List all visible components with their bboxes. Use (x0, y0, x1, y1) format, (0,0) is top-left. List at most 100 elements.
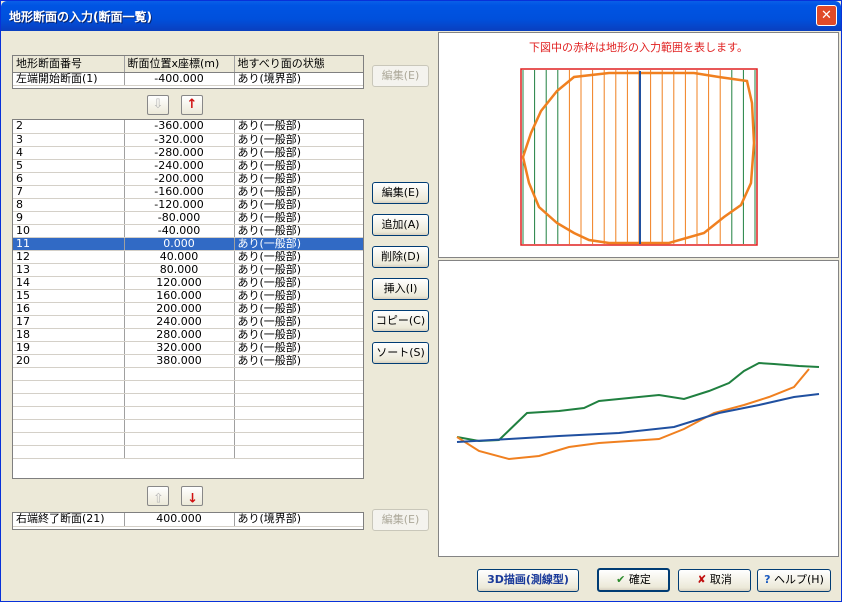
cell-slip-state[interactable]: あり(一般部) (234, 224, 363, 238)
cell-section-no[interactable] (13, 393, 125, 407)
cell-section-no[interactable]: 9 (13, 211, 125, 225)
insert-button[interactable]: 挿入(I) (372, 278, 429, 300)
cell-section-no[interactable]: 6 (13, 172, 125, 186)
cell-section-no[interactable]: 19 (13, 341, 125, 355)
edit-top-button[interactable]: 編集(E) (372, 65, 429, 87)
cell-slip-state[interactable]: あり(一般部) (234, 289, 363, 303)
cancel-button[interactable]: ✘ 取消 (678, 569, 751, 592)
cell-x-position[interactable]: -240.000 (124, 159, 235, 173)
cell-section-no[interactable]: 4 (13, 146, 125, 160)
help-button[interactable]: ? ヘルプ(H) (757, 569, 831, 592)
cell-slip-state[interactable]: あり(一般部) (234, 120, 363, 134)
cell-section-no[interactable] (13, 406, 125, 420)
cell-x-position[interactable]: 160.000 (124, 289, 235, 303)
cell-section-no[interactable]: 8 (13, 198, 125, 212)
cell-x-position[interactable]: -80.000 (124, 211, 235, 225)
cell-section-no[interactable]: 左端開始断面(1) (13, 72, 125, 86)
col-header-section-no[interactable]: 地形断面番号 (13, 56, 125, 73)
cell-x-position[interactable]: 380.000 (124, 354, 235, 368)
table-row[interactable]: 10 -40.000 あり(一般部) (13, 224, 363, 238)
table-row[interactable]: 7 -160.000 あり(一般部) (13, 185, 363, 199)
cell-x-position[interactable] (124, 445, 235, 459)
cell-section-no[interactable] (13, 419, 125, 433)
table-row[interactable]: 2 -360.000 あり(一般部) (13, 120, 363, 134)
cell-section-no[interactable]: 2 (13, 120, 125, 134)
cell-section-no[interactable]: 13 (13, 263, 125, 277)
sort-button[interactable]: ソート(S) (372, 342, 429, 364)
cell-x-position[interactable]: -40.000 (124, 224, 235, 238)
table-row[interactable] (13, 419, 363, 433)
cell-x-position[interactable] (124, 432, 235, 446)
move-up-button-disabled[interactable]: ⇩ (147, 486, 169, 506)
cell-slip-state[interactable]: あり(一般部) (234, 133, 363, 147)
cell-x-position[interactable]: 80.000 (124, 263, 235, 277)
cell-section-no[interactable]: 15 (13, 289, 125, 303)
cell-slip-state[interactable]: あり(一般部) (234, 185, 363, 199)
cell-section-no[interactable]: 14 (13, 276, 125, 290)
cell-section-no[interactable] (13, 445, 125, 459)
cell-x-position[interactable] (124, 406, 235, 420)
col-header-slip-state[interactable]: 地すべり面の状態 (234, 56, 363, 73)
table-row[interactable] (13, 406, 363, 420)
table-row[interactable] (13, 432, 363, 446)
table-row[interactable]: 17 240.000 あり(一般部) (13, 315, 363, 329)
cell-slip-state[interactable]: あり(一般部) (234, 354, 363, 368)
table-row[interactable]: 6 -200.000 あり(一般部) (13, 172, 363, 186)
cell-slip-state[interactable]: あり(一般部) (234, 315, 363, 329)
cell-slip-state[interactable]: あり(一般部) (234, 263, 363, 277)
table-row[interactable] (13, 367, 363, 381)
table-row[interactable]: 4 -280.000 あり(一般部) (13, 146, 363, 160)
cell-x-position[interactable] (124, 393, 235, 407)
cell-slip-state[interactable]: あり(一般部) (234, 276, 363, 290)
cell-x-position[interactable] (124, 419, 235, 433)
ok-button[interactable]: ✔ 確定 (597, 568, 670, 592)
cell-x-position[interactable]: -320.000 (124, 133, 235, 147)
draw-3d-button[interactable]: 3D描画(測線型) (477, 569, 579, 592)
table-row[interactable]: 8 -120.000 あり(一般部) (13, 198, 363, 212)
cell-x-position[interactable]: 240.000 (124, 315, 235, 329)
edit-button[interactable]: 編集(E) (372, 182, 429, 204)
cell-section-no[interactable]: 3 (13, 133, 125, 147)
title-bar[interactable]: 地形断面の入力(断面一覧) ✕ (1, 1, 841, 31)
cell-slip-state[interactable]: あり(一般部) (234, 211, 363, 225)
table-row[interactable] (13, 380, 363, 394)
add-button[interactable]: 追加(A) (372, 214, 429, 236)
table-row[interactable]: 15 160.000 あり(一般部) (13, 289, 363, 303)
table-row[interactable]: 19 320.000 あり(一般部) (13, 341, 363, 355)
table-row[interactable]: 16 200.000 あり(一般部) (13, 302, 363, 316)
cell-x-position[interactable]: -360.000 (124, 120, 235, 134)
cell-x-position[interactable]: -280.000 (124, 146, 235, 160)
col-header-x-position[interactable]: 断面位置x座標(m) (124, 56, 235, 73)
cell-section-no[interactable]: 10 (13, 224, 125, 238)
cell-slip-state[interactable]: あり(一般部) (234, 198, 363, 212)
delete-button[interactable]: 削除(D) (372, 246, 429, 268)
move-down-button[interactable]: ↑ (181, 486, 203, 506)
table-row[interactable]: 11 0.000 あり(一般部) (13, 237, 363, 251)
cell-slip-state[interactable] (234, 367, 363, 381)
cell-slip-state[interactable]: あり(境界部) (234, 72, 363, 86)
cell-x-position[interactable]: 320.000 (124, 341, 235, 355)
copy-button[interactable]: コピー(C) (372, 310, 429, 332)
right-boundary-row[interactable]: 右端終了断面(21) 400.000 あり(境界部) (13, 513, 363, 527)
cell-section-no[interactable]: 7 (13, 185, 125, 199)
cell-slip-state[interactable]: あり(一般部) (234, 302, 363, 316)
cell-slip-state[interactable]: あり(一般部) (234, 328, 363, 342)
cell-x-position[interactable]: 120.000 (124, 276, 235, 290)
cell-x-position[interactable]: 0.000 (124, 237, 235, 251)
cell-slip-state[interactable]: あり(境界部) (234, 513, 363, 527)
cell-slip-state[interactable] (234, 406, 363, 420)
cell-section-no[interactable]: 16 (13, 302, 125, 316)
left-boundary-row[interactable]: 左端開始断面(1) -400.000 あり(境界部) (13, 72, 363, 86)
table-row[interactable]: 9 -80.000 あり(一般部) (13, 211, 363, 225)
table-row[interactable]: 5 -240.000 あり(一般部) (13, 159, 363, 173)
cell-slip-state[interactable] (234, 445, 363, 459)
cell-slip-state[interactable]: あり(一般部) (234, 341, 363, 355)
cell-slip-state[interactable] (234, 419, 363, 433)
cell-x-position[interactable]: -120.000 (124, 198, 235, 212)
cell-section-no[interactable] (13, 380, 125, 394)
cell-x-position[interactable]: -200.000 (124, 172, 235, 186)
table-row[interactable] (13, 445, 363, 459)
cell-section-no[interactable] (13, 367, 125, 381)
cell-slip-state[interactable]: あり(一般部) (234, 172, 363, 186)
cell-slip-state[interactable] (234, 432, 363, 446)
